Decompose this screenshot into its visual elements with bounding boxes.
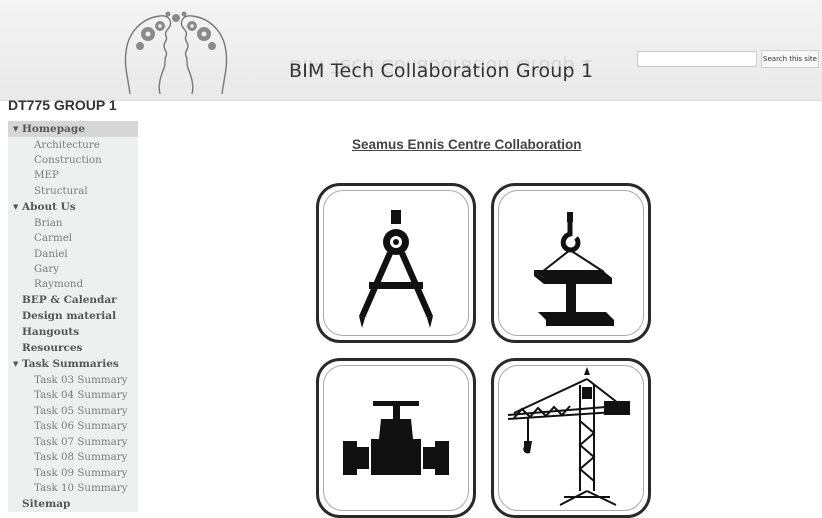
sidebar-item-resources[interactable]: Resources bbox=[8, 340, 138, 356]
sidebar-item-sitemap[interactable]: Sitemap bbox=[8, 496, 138, 512]
sidebar-item-homepage[interactable]: ▼ Homepage bbox=[8, 121, 138, 137]
sidebar-item-structural[interactable]: Structural bbox=[8, 183, 138, 199]
sidebar-item-task-03[interactable]: Task 03 Summary bbox=[8, 372, 138, 388]
sidebar-item-label: Homepage bbox=[22, 123, 85, 135]
sidebar-item-task-05[interactable]: Task 05 Summary bbox=[8, 403, 138, 419]
pipe-valve-icon bbox=[343, 401, 449, 475]
sidebar-item-label: About Us bbox=[22, 201, 76, 213]
sidebar-item-hangouts[interactable]: Hangouts bbox=[8, 324, 138, 340]
sidebar-item-task-04[interactable]: Task 04 Summary bbox=[8, 387, 138, 403]
sidebar-item-task-06[interactable]: Task 06 Summary bbox=[8, 418, 138, 434]
sidebar-item-brian[interactable]: Brian bbox=[8, 215, 138, 231]
sidebar-item-label: Task Summaries bbox=[22, 358, 119, 370]
search-input[interactable] bbox=[637, 51, 757, 67]
sidebar-item-raymond[interactable]: Raymond bbox=[8, 276, 138, 292]
site-header: BIM Tech Collaboration Group 1 BIM Tech … bbox=[0, 0, 822, 101]
sidebar-item-gary[interactable]: Gary bbox=[8, 261, 138, 277]
tile-structural[interactable] bbox=[491, 183, 651, 343]
page-heading: Seamus Ennis Centre Collaboration bbox=[352, 137, 582, 152]
expand-caret-icon[interactable]: ▼ bbox=[13, 356, 18, 372]
tile-mep[interactable] bbox=[316, 358, 476, 518]
tile-construction[interactable] bbox=[491, 358, 651, 518]
steel-beam-hook-icon bbox=[534, 212, 614, 326]
sidebar-item-architecture[interactable]: Architecture bbox=[8, 137, 138, 153]
site-title[interactable]: BIM Tech Collaboration Group 1 bbox=[289, 60, 593, 82]
expand-caret-icon[interactable]: ▼ bbox=[13, 121, 18, 137]
logo-two-heads-gears-icon[interactable] bbox=[120, 8, 232, 96]
sidebar-item-task-09[interactable]: Task 09 Summary bbox=[8, 465, 138, 481]
search-button[interactable]: Search this site bbox=[761, 50, 819, 68]
sidebar-item-task-10[interactable]: Task 10 Summary bbox=[8, 480, 138, 496]
sidebar-item-mep[interactable]: MEP bbox=[8, 167, 138, 183]
sidebar-nav: ▼ Homepage Architecture Construction MEP … bbox=[8, 121, 138, 512]
tower-crane-icon bbox=[507, 367, 631, 506]
sidebar-item-about-us[interactable]: ▼ About Us bbox=[8, 199, 138, 215]
sidebar-item-construction[interactable]: Construction bbox=[8, 152, 138, 168]
sidebar-item-task-08[interactable]: Task 08 Summary bbox=[8, 449, 138, 465]
compass-icon bbox=[359, 210, 433, 328]
tile-architecture[interactable] bbox=[316, 183, 476, 343]
expand-caret-icon[interactable]: ▼ bbox=[13, 199, 18, 215]
sidebar-item-daniel[interactable]: Daniel bbox=[8, 246, 138, 262]
sidebar-item-task-summaries[interactable]: ▼ Task Summaries bbox=[8, 356, 138, 372]
group-title: DT775 GROUP 1 bbox=[8, 97, 117, 113]
sidebar-item-design-material[interactable]: Design material bbox=[8, 308, 138, 324]
sidebar-item-bep-calendar[interactable]: BEP & Calendar bbox=[8, 292, 138, 308]
sidebar-item-task-07[interactable]: Task 07 Summary bbox=[8, 434, 138, 450]
sidebar-item-carmel[interactable]: Carmel bbox=[8, 230, 138, 246]
